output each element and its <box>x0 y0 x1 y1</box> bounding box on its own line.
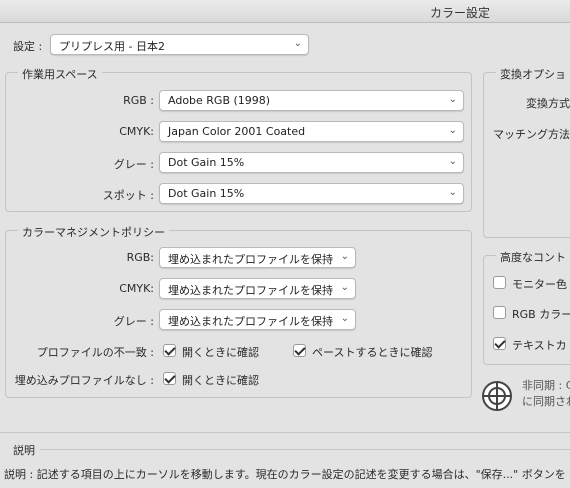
monitor-color-checkbox[interactable] <box>493 276 506 289</box>
settings-select-value: プリプレス用 - 日本2 <box>59 40 165 53</box>
sync-status-icon <box>482 381 512 411</box>
working-spaces-title: 作業用スペース <box>18 66 102 82</box>
working-rgb-select[interactable]: Adobe RGB (1998) ⌄ <box>159 90 464 111</box>
advanced-title: 高度なコント <box>496 249 570 265</box>
working-rgb-label: RGB : <box>123 94 154 107</box>
mismatch-paste-checkbox[interactable] <box>293 344 306 357</box>
policy-rgb-value: 埋め込まれたプロファイルを保持 <box>168 253 333 266</box>
working-cmyk-label: CMYK: <box>119 125 154 138</box>
policy-gray-label: グレー : <box>113 315 154 328</box>
settings-select[interactable]: プリプレス用 - 日本2 ⌄ <box>50 34 309 55</box>
policy-rgb-label: RGB: <box>126 251 154 264</box>
policies-title: カラーマネジメントポリシー <box>18 224 169 240</box>
policy-cmyk-label: CMYK: <box>119 282 154 295</box>
working-gray-select[interactable]: Dot Gain 15% ⌄ <box>159 152 464 173</box>
description-divider <box>0 432 570 433</box>
rgb-color-checkbox[interactable] <box>493 306 506 319</box>
missing-profile-label: 埋め込みプロファイルなし : <box>14 374 154 387</box>
chevron-down-icon: ⌄ <box>448 156 457 167</box>
chevron-down-icon: ⌄ <box>340 282 349 293</box>
chevron-down-icon: ⌄ <box>448 187 457 198</box>
chevron-down-icon: ⌄ <box>340 313 349 324</box>
mismatch-label: プロファイルの不一致 : <box>36 346 154 359</box>
policy-rgb-select[interactable]: 埋め込まれたプロファイルを保持 ⌄ <box>159 247 356 268</box>
description-text: 説明 : 記述する項目の上にカーソルを移動します。現在のカラー設定の記述を変更す… <box>4 468 566 481</box>
missing-open-checkbox[interactable] <box>163 372 176 385</box>
mismatch-paste-label: ペーストするときに確認 <box>312 346 433 359</box>
missing-open-label: 開くときに確認 <box>182 374 259 387</box>
mismatch-open-checkbox[interactable] <box>163 344 176 357</box>
working-cmyk-value: Japan Color 2001 Coated <box>168 125 306 138</box>
mismatch-open-label: 開くときに確認 <box>182 346 259 359</box>
conversion-engine-label: 変換方式 <box>526 97 570 110</box>
rgb-color-label: RGB カラー <box>512 308 570 321</box>
policy-gray-value: 埋め込まれたプロファイルを保持 <box>168 315 333 328</box>
policy-gray-select[interactable]: 埋め込まれたプロファイルを保持 ⌄ <box>159 309 356 330</box>
chevron-down-icon: ⌄ <box>340 251 349 262</box>
policy-cmyk-select[interactable]: 埋め込まれたプロファイルを保持 ⌄ <box>159 278 356 299</box>
description-rule <box>40 449 570 450</box>
sync-status-line2: に同期され <box>522 395 570 408</box>
sync-status-line1: 非同期 : C <box>522 379 570 392</box>
conversion-title: 変換オプショ <box>496 66 570 82</box>
policy-cmyk-value: 埋め込まれたプロファイルを保持 <box>168 284 333 297</box>
chevron-down-icon: ⌄ <box>293 38 302 49</box>
chevron-down-icon: ⌄ <box>448 94 457 105</box>
settings-label: 設定 : <box>13 40 43 53</box>
working-cmyk-select[interactable]: Japan Color 2001 Coated ⌄ <box>159 121 464 142</box>
window-titlebar: カラー設定 <box>0 0 570 23</box>
window-title: カラー設定 <box>430 6 491 20</box>
working-spot-select[interactable]: Dot Gain 15% ⌄ <box>159 183 464 204</box>
conversion-intent-label: マッチング方法 <box>493 128 570 141</box>
monitor-color-label: モニター色 <box>512 278 567 291</box>
description-title: 説明 <box>13 444 35 457</box>
working-rgb-value: Adobe RGB (1998) <box>168 94 271 107</box>
working-gray-label: グレー : <box>113 158 154 171</box>
text-color-label: テキストカ <box>512 339 567 352</box>
working-spot-value: Dot Gain 15% <box>168 187 245 200</box>
working-gray-value: Dot Gain 15% <box>168 156 245 169</box>
chevron-down-icon: ⌄ <box>448 125 457 136</box>
working-spot-label: スポット : <box>102 189 154 202</box>
text-color-checkbox[interactable] <box>493 337 506 350</box>
